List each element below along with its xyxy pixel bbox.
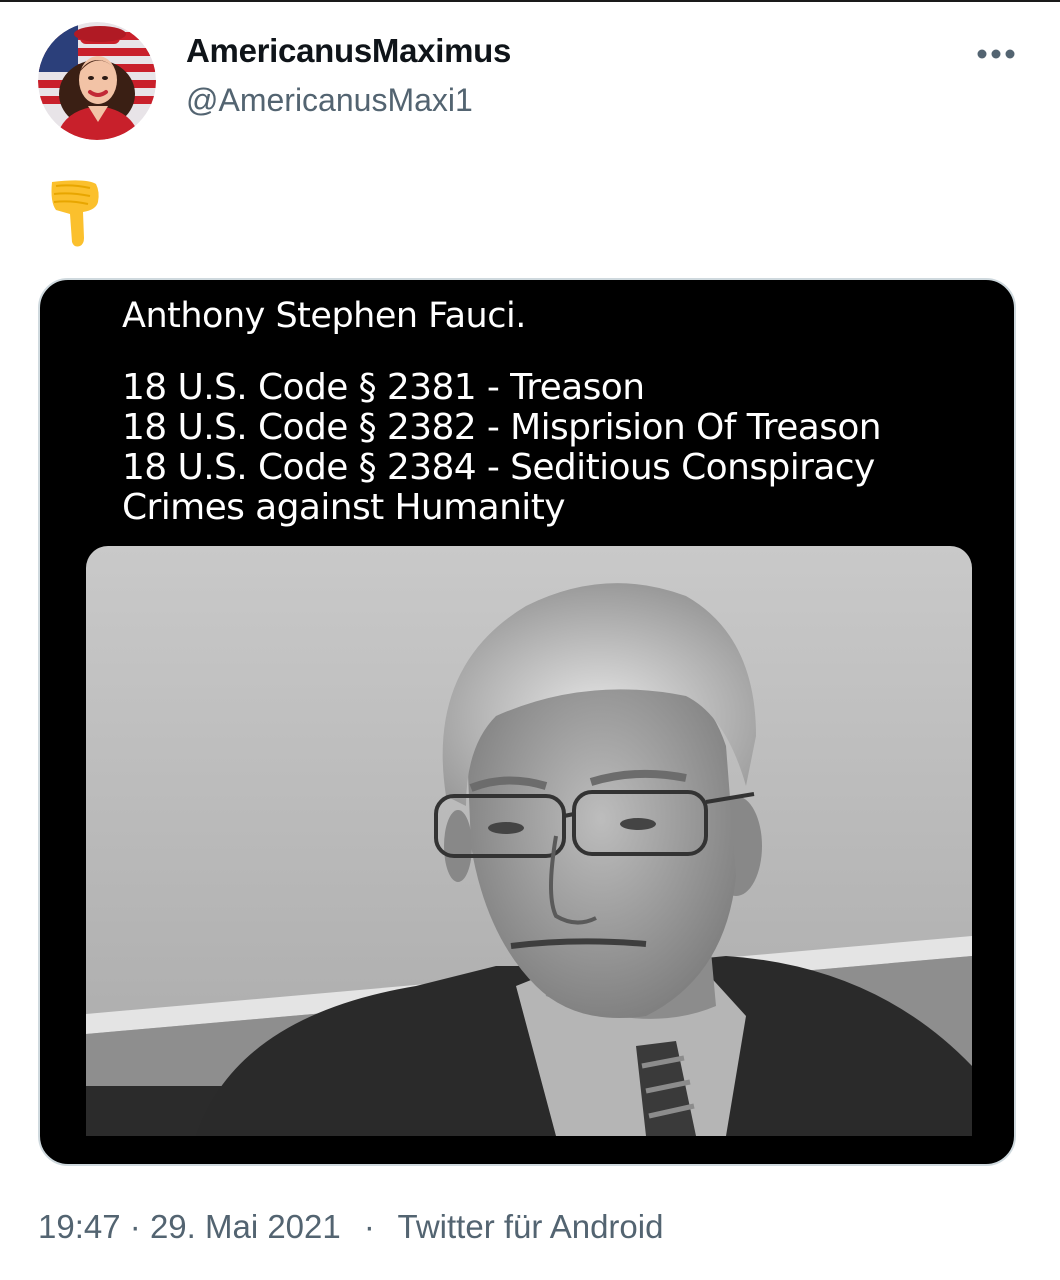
author-display-name[interactable]: AmericanusMaximus	[186, 32, 511, 70]
avatar-image	[38, 22, 156, 140]
media-line: 18 U.S. Code § 2381 - Treason	[122, 367, 645, 408]
more-horizontal-icon	[977, 49, 1015, 59]
author-avatar[interactable]	[38, 22, 156, 140]
top-divider	[0, 0, 1060, 2]
more-options-button[interactable]	[968, 38, 1024, 70]
separator: ·	[363, 1208, 375, 1245]
media-line: 18 U.S. Code § 2384 - Seditious Conspira…	[122, 447, 875, 488]
backhand-index-pointing-down-icon	[46, 178, 104, 248]
tweet-source: Twitter für Android	[397, 1208, 664, 1245]
tweet-metadata: 19:47 · 29. Mai 2021 · Twitter für Andro…	[38, 1208, 663, 1246]
tweet-time[interactable]: 19:47	[38, 1208, 121, 1245]
tweet-date[interactable]: 29. Mai 2021	[150, 1208, 341, 1245]
separator: ·	[129, 1208, 141, 1245]
grayscale-portrait-photo	[86, 546, 972, 1136]
media-line: Crimes against Humanity	[122, 487, 566, 528]
author-handle[interactable]: @AmericanusMaxi1	[186, 82, 473, 119]
tweet-media[interactable]: Anthony Stephen Fauci. 18 U.S. Code § 23…	[38, 278, 1016, 1166]
media-line: 18 U.S. Code § 2382 - Misprision Of Trea…	[122, 407, 882, 448]
media-caption: Anthony Stephen Fauci. 18 U.S. Code § 23…	[122, 294, 974, 528]
media-title: Anthony Stephen Fauci.	[122, 296, 526, 336]
